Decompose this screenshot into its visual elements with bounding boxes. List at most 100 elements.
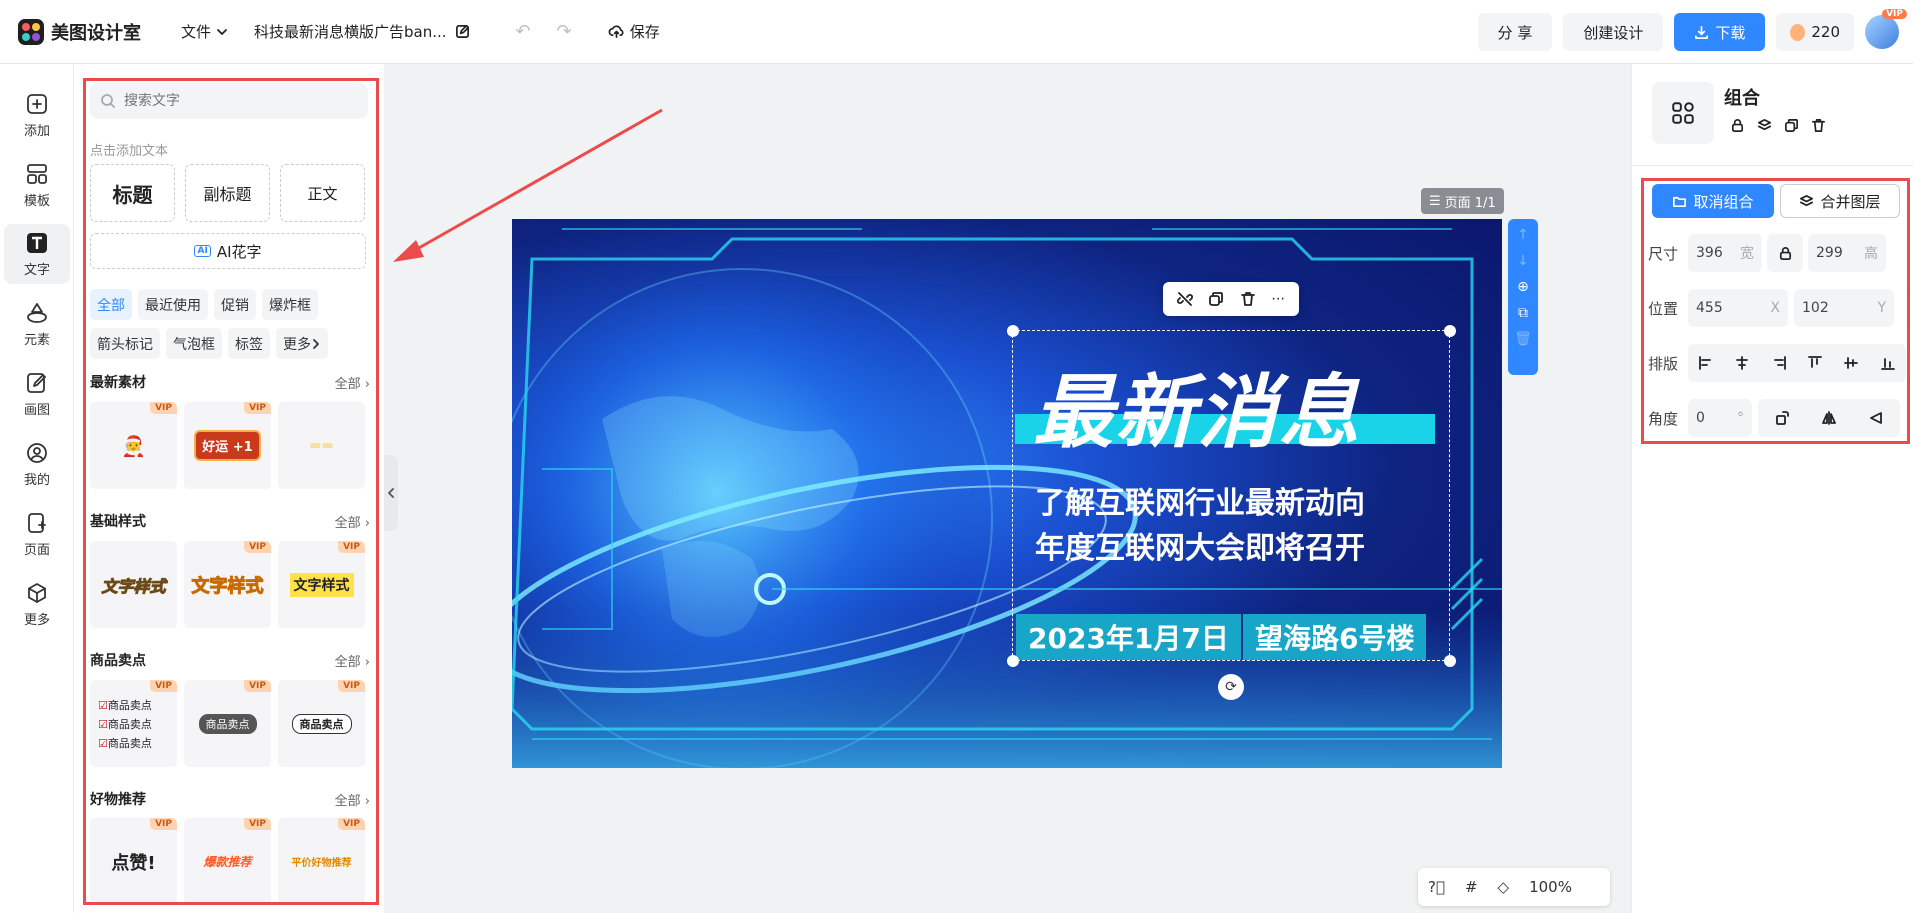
rail-item-more[interactable]: 更多 <box>4 574 70 634</box>
material-tile[interactable]: VIP 好运 +1 <box>184 402 271 489</box>
style-tile[interactable]: 文字样式 <box>90 541 177 628</box>
template-icon <box>27 163 47 184</box>
x-field[interactable]: 455 X <box>1688 289 1788 327</box>
copy-page-icon[interactable]: ⧉ <box>1518 305 1528 321</box>
chip-recent[interactable]: 最近使用 <box>138 289 208 320</box>
height-field[interactable]: 299 高 <box>1808 234 1886 272</box>
duplicate-icon[interactable] <box>1208 291 1224 307</box>
section-all-link[interactable]: 全部 › <box>335 651 370 670</box>
selling-tile[interactable]: VIP 商品卖点 <box>184 680 271 767</box>
trash-icon[interactable] <box>1811 118 1826 133</box>
grid-icon[interactable]: # <box>1465 878 1478 896</box>
rail-item-draw[interactable]: 画图 <box>4 364 70 424</box>
add-circle-icon[interactable]: ⊕ <box>1517 279 1529 295</box>
search-box[interactable] <box>90 83 368 119</box>
unlink-icon[interactable] <box>1176 291 1193 307</box>
ai-fancy-text-card[interactable]: AI AI花字 <box>90 233 366 269</box>
rotate-90-icon[interactable] <box>1774 410 1790 426</box>
share-button[interactable]: 分 享 <box>1477 13 1553 51</box>
align-top-icon[interactable] <box>1807 355 1823 371</box>
rail-item-elements[interactable]: 元素 <box>4 294 70 354</box>
section-selling: 商品卖点 全部 › <box>90 650 370 670</box>
page-indicator[interactable]: ☰ 页面 1/1 <box>1421 188 1504 214</box>
more-icon[interactable]: ⋯ <box>1271 291 1285 307</box>
banner-date[interactable]: 2023年1月7日 <box>1016 614 1241 660</box>
merge-layers-button[interactable]: 合并图层 <box>1780 184 1900 218</box>
section-all-link[interactable]: 全部 › <box>335 790 370 809</box>
zoom-level[interactable]: 100% <box>1529 878 1572 896</box>
app-logo[interactable]: 美图设计室 <box>18 18 141 45</box>
recommend-tile[interactable]: VIP 爆款推荐 <box>184 818 271 905</box>
width-field[interactable]: 396 宽 <box>1688 234 1762 272</box>
layers-icon[interactable]: ◇ <box>1498 878 1510 896</box>
ungroup-button[interactable]: 取消组合 <box>1652 184 1774 218</box>
align-left-icon[interactable] <box>1698 355 1714 371</box>
recommend-tile[interactable]: VIP 平价好物推荐 <box>278 818 365 905</box>
material-tile[interactable]: VIP 🧑‍🎄 <box>90 402 177 489</box>
document-title[interactable]: 科技最新消息横版广告ban... <box>254 21 470 42</box>
angle-field[interactable]: 0 ° <box>1688 399 1752 437</box>
chip-more[interactable]: 更多 <box>276 328 328 359</box>
align-bottom-icon[interactable] <box>1880 355 1896 371</box>
banner-subline-1[interactable]: 了解互联网行业最新动向 <box>1035 478 1365 522</box>
delete-page-icon[interactable]: 🗑 <box>1514 331 1532 347</box>
search-input[interactable] <box>124 93 354 109</box>
add-subtitle-card[interactable]: 副标题 <box>185 164 270 222</box>
rail-item-add[interactable]: 添加 <box>4 85 70 145</box>
material-tile[interactable]: ▬▬ <box>278 402 365 489</box>
edit-icon[interactable] <box>455 24 470 39</box>
arrow-up-icon[interactable]: ↑ <box>1517 227 1529 243</box>
resize-handle[interactable] <box>1007 655 1019 667</box>
style-tile[interactable]: VIP 文字样式 <box>278 541 365 628</box>
rail-item-page[interactable]: 页面 <box>4 504 70 564</box>
chip-bubble[interactable]: 气泡框 <box>166 328 222 359</box>
trash-icon[interactable] <box>1240 291 1256 307</box>
rail-item-mine[interactable]: 我的 <box>4 434 70 494</box>
download-button[interactable]: 下载 <box>1674 13 1766 51</box>
help-icon[interactable]: ?⃝ <box>1428 878 1445 896</box>
resize-handle[interactable] <box>1444 325 1456 337</box>
style-tile[interactable]: VIP 文字样式 <box>184 541 271 628</box>
resize-handle[interactable] <box>1007 325 1019 337</box>
duplicate-icon[interactable] <box>1784 118 1799 133</box>
redo-icon[interactable]: ↷ <box>557 21 572 42</box>
add-body-card[interactable]: 正文 <box>280 164 365 222</box>
rotate-handle[interactable]: ⟳ <box>1218 674 1244 700</box>
aspect-lock-toggle[interactable] <box>1767 234 1803 272</box>
align-right-icon[interactable] <box>1771 355 1787 371</box>
flip-vertical-icon[interactable] <box>1868 410 1884 426</box>
resize-handle[interactable] <box>1444 655 1456 667</box>
chip-promo[interactable]: 促销 <box>214 289 256 320</box>
chip-all[interactable]: 全部 <box>90 289 132 320</box>
banner-headline[interactable]: 最新消息 <box>1033 348 1361 464</box>
create-design-button[interactable]: 创建设计 <box>1563 13 1664 51</box>
lock-icon[interactable] <box>1730 118 1745 133</box>
recommend-tile[interactable]: VIP 点赞! <box>90 818 177 905</box>
save-button[interactable]: 保存 <box>608 21 660 42</box>
rail-item-text[interactable]: 文字 <box>4 224 70 284</box>
selling-tile[interactable]: VIP 商品卖点 <box>278 680 365 767</box>
draw-icon <box>27 372 46 393</box>
rail-item-template[interactable]: 模板 <box>4 155 70 215</box>
y-field[interactable]: 102 Y <box>1794 289 1894 327</box>
banner-subline-2[interactable]: 年度互联网大会即将召开 <box>1035 523 1365 567</box>
align-row: 排版 <box>1648 343 1908 383</box>
section-all-link[interactable]: 全部 › <box>335 373 370 392</box>
flip-horizontal-icon[interactable] <box>1821 410 1837 426</box>
undo-icon[interactable]: ↶ <box>516 21 531 42</box>
coin-balance[interactable]: 220 <box>1776 13 1854 51</box>
chip-burst[interactable]: 爆炸框 <box>262 289 318 320</box>
banner-location[interactable]: 望海路6号楼 <box>1243 614 1427 660</box>
file-menu[interactable]: 文件 <box>181 21 228 42</box>
align-center-h-icon[interactable] <box>1734 355 1750 371</box>
section-all-link[interactable]: 全部 › <box>335 512 370 531</box>
avatar[interactable]: VIP <box>1865 9 1907 49</box>
arrow-down-icon[interactable]: ↓ <box>1517 253 1529 269</box>
collapse-panel-toggle[interactable] <box>384 455 398 531</box>
align-center-v-icon[interactable] <box>1843 355 1859 371</box>
chip-arrow[interactable]: 箭头标记 <box>90 328 160 359</box>
selling-tile[interactable]: VIP ☑商品卖点 ☑商品卖点 ☑商品卖点 <box>90 680 177 767</box>
chip-tag[interactable]: 标签 <box>228 328 270 359</box>
layers-icon[interactable] <box>1757 118 1772 133</box>
add-title-card[interactable]: 标题 <box>90 164 175 222</box>
